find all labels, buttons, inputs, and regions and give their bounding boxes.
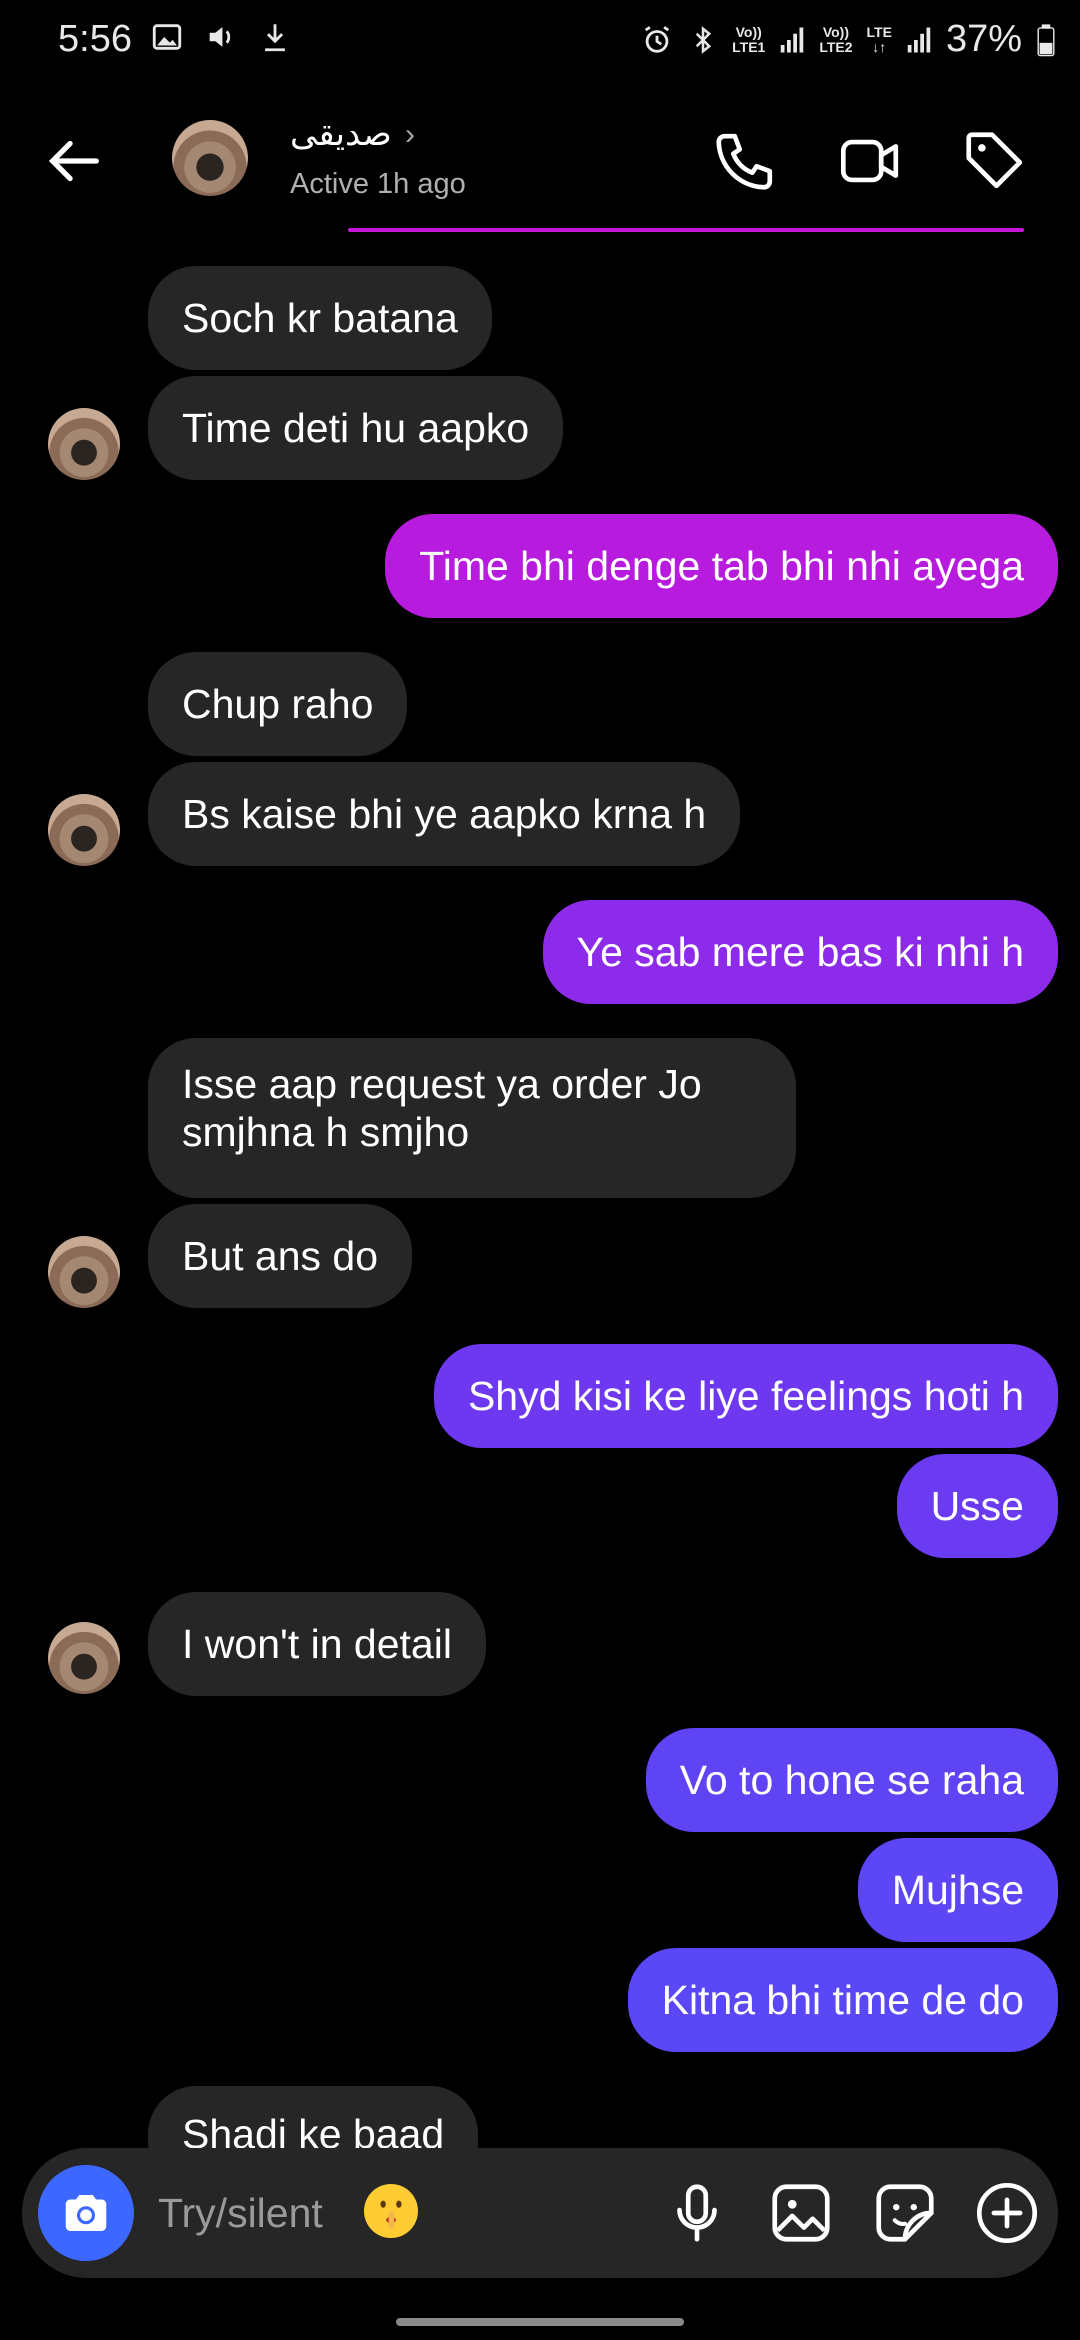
active-status: Active 1h ago <box>290 168 466 200</box>
shushing-face-emoji-icon <box>364 2184 418 2238</box>
message-received[interactable]: Bs kaise bhi ye aapko krna h <box>148 762 741 866</box>
tag-button[interactable] <box>960 126 1030 196</box>
status-notification-icons <box>150 20 292 54</box>
camera-icon <box>65 2195 107 2231</box>
message-sent[interactable]: Vo to hone se raha <box>645 1728 1058 1832</box>
sender-avatar <box>48 1236 120 1308</box>
status-time: 5:56 <box>58 18 132 60</box>
gallery-notification-icon <box>152 24 182 50</box>
message-received[interactable]: Soch kr batana <box>148 266 492 370</box>
video-camera-icon <box>840 139 899 183</box>
signal-1-icon <box>781 27 804 52</box>
message-received[interactable]: Chup raho <box>148 652 408 756</box>
microphone-icon <box>677 2184 717 2242</box>
sender-avatar <box>48 408 120 480</box>
message-sent[interactable]: Usse <box>896 1454 1058 1558</box>
message-sent[interactable]: Time bhi denge tab bhi nhi ayega <box>385 514 1058 618</box>
message-sent[interactable]: Shyd kisi ke liye feelings hoti h <box>433 1344 1058 1448</box>
battery-icon <box>1037 23 1055 56</box>
message-received[interactable]: Isse aap request ya order Jo smjhna h sm… <box>148 1038 796 1198</box>
phone-icon <box>716 133 773 190</box>
gradient-divider <box>348 228 1024 232</box>
contact-name[interactable]: صديقى <box>290 114 392 154</box>
sender-avatar <box>48 1622 120 1694</box>
sender-avatar <box>48 794 120 866</box>
gallery-button[interactable] <box>766 2178 836 2248</box>
volte-1-indicator: Vo)) LTE1 <box>732 23 766 55</box>
message-received[interactable]: Time deti hu aapko <box>148 376 564 480</box>
voice-call-button[interactable] <box>710 126 780 196</box>
bluetooth-icon <box>695 25 712 54</box>
more-options-button[interactable] <box>972 2178 1042 2248</box>
volte-2-indicator: Vo)) LTE2 <box>819 23 853 55</box>
plus-circle-icon <box>976 2182 1038 2244</box>
sticker-icon <box>876 2184 934 2242</box>
back-button[interactable] <box>38 126 108 196</box>
battery-percentage: 37% <box>945 18 1022 60</box>
message-sent[interactable]: Kitna bhi time de do <box>627 1948 1058 2052</box>
voice-message-button[interactable] <box>662 2178 732 2248</box>
video-call-button[interactable] <box>836 126 906 196</box>
image-icon <box>772 2184 830 2242</box>
status-system-icons: Vo)) LTE1 Vo)) LTE2 LTE ↓↑ 37% <box>640 18 1056 61</box>
message-received[interactable]: But ans do <box>148 1204 413 1308</box>
status-bar: 5:56 Vo)) LTE1 Vo)) LTE2 LTE ↓↑ 37% <box>0 0 1080 84</box>
chat-header: صديقى › Active 1h ago <box>0 84 1080 234</box>
tag-icon <box>966 132 1023 189</box>
lte-indicator: LTE ↓↑ <box>866 23 892 55</box>
message-received[interactable]: I won't in detail <box>148 1592 486 1696</box>
download-icon <box>265 24 285 52</box>
home-indicator[interactable] <box>396 2318 684 2326</box>
arrow-left-icon <box>48 140 99 182</box>
alarm-icon <box>645 25 670 53</box>
message-sent[interactable]: Mujhse <box>857 1838 1058 1942</box>
signal-2-icon <box>907 27 931 52</box>
volume-icon <box>209 27 231 47</box>
sticker-button[interactable] <box>870 2178 940 2248</box>
contact-avatar[interactable] <box>172 120 248 196</box>
message-composer <box>22 2148 1058 2278</box>
camera-button[interactable] <box>38 2165 134 2261</box>
message-sent[interactable]: Ye sab mere bas ki nhi h <box>542 900 1058 1004</box>
chevron-right-icon: › <box>405 118 415 151</box>
